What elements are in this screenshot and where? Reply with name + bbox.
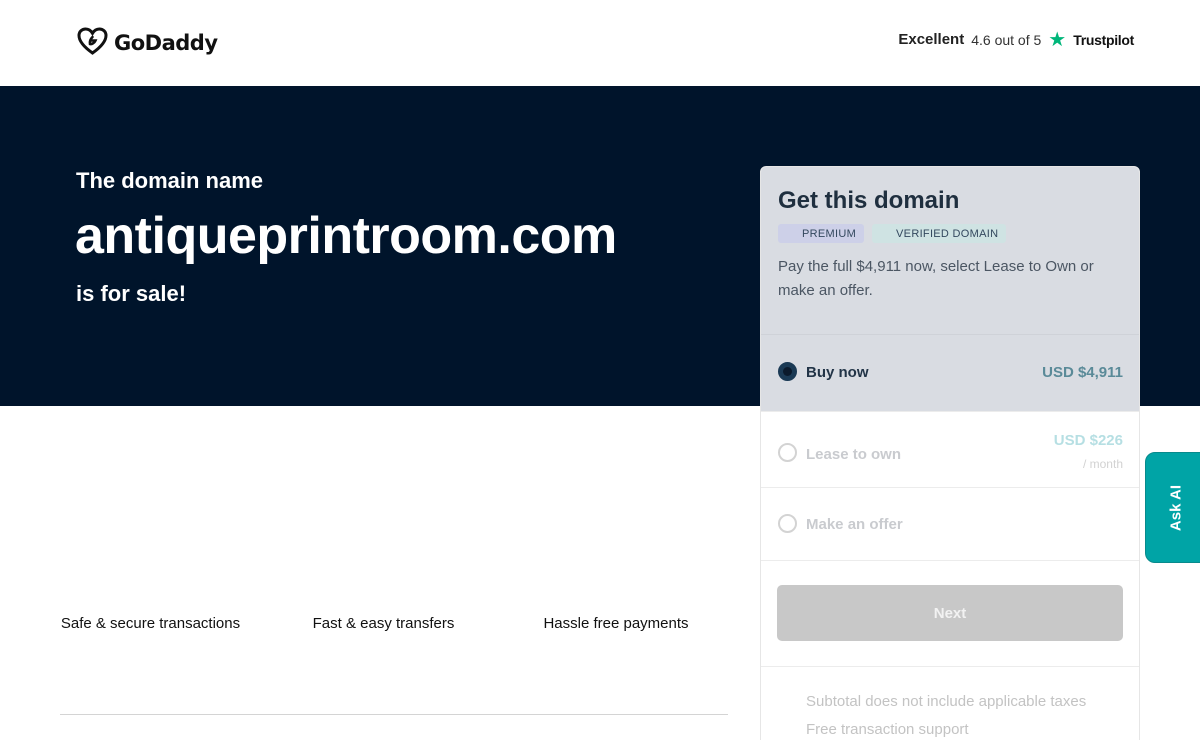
purchase-card: Get this domain PREMIUM VERIFIED DOMAIN …: [760, 166, 1140, 740]
radio-make-offer[interactable]: [778, 514, 797, 533]
card-footnotes: Subtotal does not include applicable tax…: [761, 666, 1139, 740]
radio-buy-now[interactable]: [778, 362, 797, 381]
radio-lease-to-own[interactable]: [778, 443, 797, 462]
trustpilot-rating[interactable]: Excellent 4.6 out of 5 ★ Trustpilot: [898, 28, 1134, 51]
card-header: Get this domain PREMIUM VERIFIED DOMAIN …: [761, 167, 1139, 334]
card-description: Pay the full $4,911 now, select Lease to…: [778, 258, 1094, 299]
feature-list: Safe & secure transactions Fast & easy t…: [60, 612, 728, 636]
trust-rating-word: Excellent: [898, 31, 965, 48]
feature-secure: Safe & secure transactions: [60, 615, 241, 632]
option-buy-now-price: USD $4,911: [1042, 364, 1123, 381]
ask-ai-button[interactable]: Ask AI: [1145, 452, 1200, 563]
verified-badge: VERIFIED DOMAIN: [872, 224, 1007, 243]
ask-ai-label: Ask AI: [1167, 484, 1185, 532]
trust-score: 4.6 out of 5: [971, 31, 1042, 48]
footnote-taxes: Subtotal does not include applicable tax…: [806, 693, 1087, 710]
godaddy-logo[interactable]: GoDaddy: [77, 26, 218, 60]
option-buy-now[interactable]: Buy now USD $4,911: [761, 334, 1139, 411]
godaddy-heart-logo-icon: [77, 26, 108, 60]
top-header: GoDaddy Excellent 4.6 out of 5 ★ Trustpi…: [0, 0, 1200, 86]
for-sale-text: is for sale!: [76, 281, 187, 306]
section-divider: [60, 714, 728, 715]
footnote-support: Free transaction support: [806, 721, 969, 738]
domain-name: antiqueprintroom.com: [75, 207, 617, 265]
option-lease-label: Lease to own: [806, 446, 902, 463]
trustpilot-brand: Trustpilot: [1073, 31, 1134, 48]
option-lease-price: USD $226: [1053, 432, 1123, 449]
option-buy-now-label: Buy now: [806, 364, 869, 381]
feature-payments: Hassle free payments: [543, 615, 689, 632]
next-section: Next: [761, 560, 1139, 666]
hero-intro: The domain name: [76, 168, 264, 193]
logo-text: GoDaddy: [114, 31, 218, 55]
card-title: Get this domain: [778, 187, 960, 214]
badge-row: PREMIUM VERIFIED DOMAIN: [778, 224, 1122, 243]
trustpilot-star-icon: ★: [1048, 28, 1067, 51]
option-make-offer[interactable]: Make an offer: [761, 487, 1139, 560]
feature-transfers: Fast & easy transfers: [312, 615, 455, 632]
option-lease-period: / month: [1082, 457, 1123, 471]
option-lease-to-own[interactable]: Lease to own USD $226 / month: [761, 411, 1139, 487]
next-button[interactable]: Next: [777, 585, 1123, 641]
premium-badge: PREMIUM: [778, 224, 865, 243]
option-offer-label: Make an offer: [806, 516, 903, 533]
